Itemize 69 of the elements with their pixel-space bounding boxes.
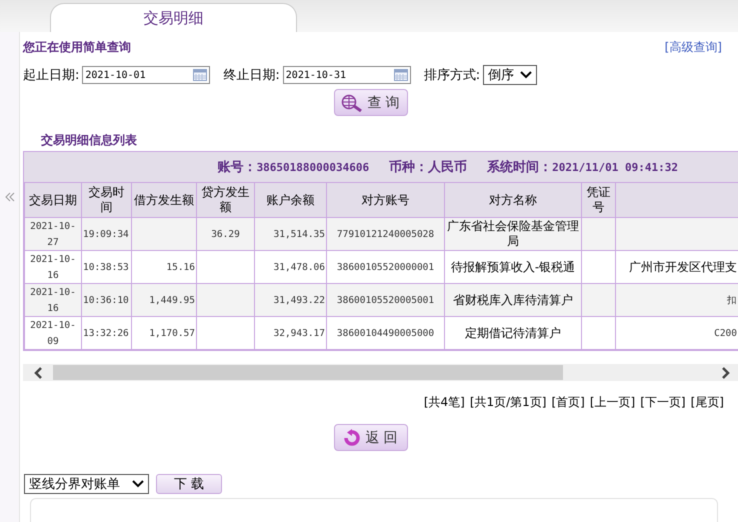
table-cell: 广州市开发区代理支 (629, 260, 737, 274)
table-cell: 10:38:53 (83, 262, 129, 273)
pagination-link[interactable]: [尾页] (690, 394, 724, 411)
table-cell: 36.29 (211, 229, 240, 240)
query-button[interactable]: 查 询 (334, 89, 408, 116)
export-format-select[interactable]: 竖线分界对账单 (24, 474, 149, 494)
table-cell: 1,170.57 (149, 328, 195, 339)
table-cell: 扣 (727, 295, 737, 306)
table-cell: 15.16 (166, 262, 195, 273)
table-cell: 2021-10-09 (30, 320, 76, 347)
pagination-link[interactable]: [共1页/第1页] (470, 394, 546, 411)
table-cell: 省财税库入库待清算户 (453, 292, 573, 306)
caret-icon (520, 71, 532, 79)
double-chevron-icon[interactable] (4, 192, 14, 202)
end-date-field[interactable]: 2021-10-31 (282, 66, 411, 84)
table-cell: 38600105520005001 (336, 295, 434, 306)
table-cell: 38600105520000001 (336, 262, 434, 273)
pagination-link[interactable]: [共4笔] (424, 394, 465, 411)
table-cell: 定期借记待清算户 (465, 326, 561, 340)
column-header: 账户余额 (254, 182, 326, 218)
pagination-link[interactable]: [首页] (552, 394, 585, 411)
table-cell: 13:32:26 (83, 328, 129, 339)
download-button[interactable]: 下 载 (156, 474, 222, 494)
caret-icon (132, 480, 144, 488)
sort-select[interactable]: 倒序 (483, 65, 538, 85)
calendar-icon[interactable] (193, 69, 208, 81)
table-cell: 1,449.95 (149, 295, 195, 306)
table-cell: 2021-10-27 (30, 221, 76, 248)
table-cell: 31,514.35 (274, 229, 325, 240)
query-mode-label: 您正在使用简单查询 (23, 38, 131, 56)
column-header: 交易日期 (24, 182, 82, 218)
column-header: 交易时间 (82, 182, 132, 218)
sort-label: 排序方式: (424, 67, 480, 84)
globe-magnifier-icon (341, 94, 364, 112)
table-cell: 32,943.17 (274, 328, 325, 339)
back-button[interactable]: 返 回 (334, 424, 408, 451)
start-date-field[interactable]: 2021-10-01 (82, 66, 210, 84)
table-cell: 10:36:10 (83, 295, 129, 306)
column-header: 凭证号 (582, 182, 616, 218)
info-label: 系统时间： (487, 158, 552, 176)
circular-arrow-icon (343, 428, 362, 446)
info-value: 人民币 (428, 158, 468, 176)
column-header: 贷方发生额 (196, 182, 254, 218)
info-value: 2021/11/01 09:41:32 (552, 160, 678, 174)
list-title: 交易明细信息列表 (41, 132, 138, 149)
table-cell: 31,493.22 (274, 295, 325, 306)
column-header: 对方名称 (444, 182, 582, 218)
advanced-query-link[interactable]: [高级查询] (664, 38, 722, 56)
table-cell: C200 (714, 328, 737, 339)
table-cell: 2021-10-16 (30, 254, 76, 281)
table-cell: 2021-10-16 (30, 287, 76, 314)
info-label: 账号： (218, 159, 257, 176)
horizontal-scrollbar[interactable] (23, 364, 738, 381)
end-date-label: 终止日期: (223, 67, 280, 84)
table-cell: 广东省社会保险基金管理局 (447, 219, 579, 248)
table-cell: 77910121240005028 (336, 229, 434, 240)
calendar-icon[interactable] (394, 69, 408, 81)
info-label: 币种： (389, 158, 428, 176)
table-cell: 待报解预算收入-银税通 (450, 260, 576, 274)
column-header: 借方发生额 (132, 182, 196, 218)
column-header: 对方账号 (326, 182, 444, 218)
table-cell: 38600104490005000 (336, 328, 434, 339)
pagination-link[interactable]: [上一页] (590, 394, 636, 411)
start-date-label: 起止日期: (23, 67, 80, 84)
table-cell: 19:09:34 (83, 229, 129, 240)
pagination-link[interactable]: [下一页] (640, 394, 686, 411)
table-cell: 31,478.06 (274, 262, 325, 273)
info-value: 38650188000034606 (256, 160, 370, 174)
tab[interactable]: 交易明细 (50, 3, 297, 32)
